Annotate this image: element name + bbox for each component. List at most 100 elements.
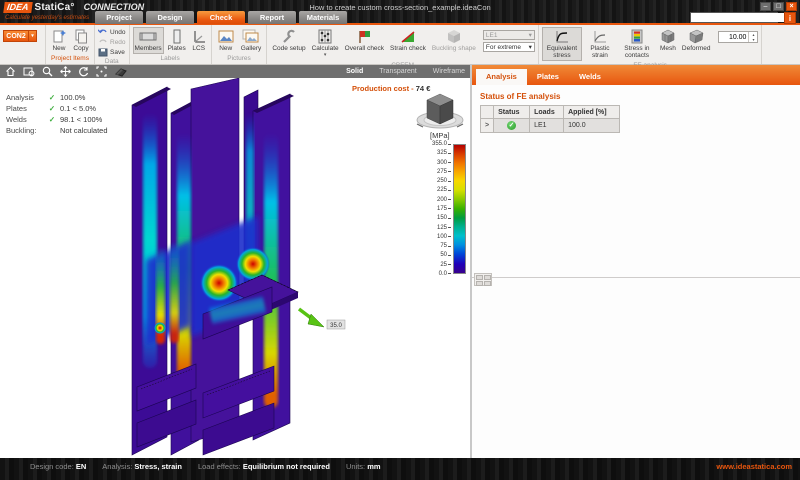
info-button[interactable]: i xyxy=(784,12,796,24)
plastic-strain-button[interactable]: Plastic strain xyxy=(584,27,616,61)
tab-materials[interactable]: Materials xyxy=(299,11,347,24)
code-setup-button[interactable]: Code setup xyxy=(270,27,307,54)
buckling-shape-button[interactable]: Buckling shape xyxy=(430,27,478,54)
search-input[interactable] xyxy=(691,13,786,22)
row-expander[interactable]: > xyxy=(481,119,494,133)
deformed-button[interactable]: Deformed xyxy=(680,27,713,54)
picture-icon xyxy=(217,29,235,44)
fe-status-table: Status Loads Applied [%] > ✓ LE1 100.0 xyxy=(480,105,620,133)
view-mode-wireframe[interactable]: Wireframe xyxy=(433,68,465,75)
main-nav-tabs: Project Design Check Report Materials xyxy=(95,11,347,24)
mesh-button[interactable]: Mesh xyxy=(658,27,678,54)
status-ok-icon: ✓ xyxy=(507,121,516,130)
deformed-scale-spinner[interactable]: 10.00 ▴ ▾ xyxy=(718,31,758,43)
tab-design[interactable]: Design xyxy=(146,11,194,24)
zoom-window-icon[interactable] xyxy=(23,66,35,77)
zoom-extents-icon[interactable] xyxy=(96,66,107,77)
chevron-down-icon: ▾ xyxy=(529,31,532,39)
status-units: Units: mm xyxy=(346,462,381,471)
labels-lcs-button[interactable]: LCS xyxy=(190,27,208,54)
deformed-cube-icon xyxy=(688,29,704,44)
calculate-button[interactable]: Calculate ▾ xyxy=(310,27,341,61)
row-applied-cell: 100.0 xyxy=(564,119,620,133)
new-project-item-button[interactable]: New xyxy=(49,27,69,54)
picture-gallery-button[interactable]: Gallery xyxy=(239,27,264,54)
status-analysis-type: Analysis: Stress, strain xyxy=(102,462,182,471)
main-content: Solid Transparent Wireframe Analysis ✓ 1… xyxy=(0,65,800,458)
results-tab-analysis[interactable]: Analysis xyxy=(476,69,527,85)
stress-hotspot xyxy=(200,264,238,302)
buckling-icon xyxy=(446,29,462,44)
results-tab-welds[interactable]: Welds xyxy=(569,69,611,85)
zoom-icon[interactable] xyxy=(42,66,53,77)
splitter-arrow-icon[interactable] xyxy=(484,281,491,286)
tab-report[interactable]: Report xyxy=(248,11,296,24)
load-value-label: 35.0 xyxy=(330,323,342,329)
undo-icon xyxy=(98,28,108,36)
tab-check[interactable]: Check xyxy=(197,11,245,24)
extreme-select[interactable]: For extreme ▾ xyxy=(483,42,535,52)
fe-status-heading: Status of FE analysis xyxy=(480,92,560,101)
strain-check-button[interactable]: Strain check xyxy=(388,27,428,54)
column-header-loads: Loads xyxy=(530,106,564,119)
connection-item-button[interactable]: CON2 ▾ xyxy=(3,30,37,42)
ribbon-group-label: Labels xyxy=(133,54,208,64)
status-design-code: Design code: EN xyxy=(30,462,86,471)
fe-model-render[interactable]: 35.0 xyxy=(0,78,470,458)
results-tab-plates[interactable]: Plates xyxy=(527,69,569,85)
row-loads-cell: LE1 xyxy=(530,119,564,133)
ribbon-group-project-items: New Copy Project Items xyxy=(46,25,95,64)
close-button[interactable]: × xyxy=(786,2,797,11)
labels-plates-button[interactable]: Plates xyxy=(166,27,188,54)
view-mode-solid[interactable]: Solid xyxy=(346,68,363,75)
status-bar: Design code: EN Analysis: Stress, strain… xyxy=(0,458,800,480)
home-view-icon[interactable] xyxy=(5,66,16,77)
splitter-handle[interactable] xyxy=(474,273,492,286)
ribbon-group-pictures: New Gallery Pictures xyxy=(212,25,268,64)
chevron-down-icon: ▾ xyxy=(529,43,532,51)
labels-members-button[interactable]: Members xyxy=(133,27,164,54)
stress-in-contacts-button[interactable]: Stress in contacts xyxy=(618,27,656,61)
chevron-down-icon: ▾ xyxy=(28,31,36,41)
tagline: Calculate yesterday's estimates xyxy=(5,15,89,21)
overall-check-button[interactable]: Overall check xyxy=(343,27,386,54)
new-document-icon xyxy=(51,29,67,44)
idea-logo-icon: IDEA xyxy=(3,2,32,13)
splitter-arrow-icon[interactable] xyxy=(484,275,491,280)
load-arrow: 35.0 xyxy=(299,309,345,329)
view-mode-transparent[interactable]: Transparent xyxy=(379,68,416,75)
chevron-down-icon: ▾ xyxy=(324,52,327,59)
viewport-3d[interactable]: Solid Transparent Wireframe Analysis ✓ 1… xyxy=(0,65,470,458)
tab-project[interactable]: Project xyxy=(95,11,143,24)
maximize-button[interactable]: □ xyxy=(773,2,784,11)
spinner-down-icon[interactable]: ▾ xyxy=(749,37,757,42)
column-header-applied: Applied [%] xyxy=(564,106,620,119)
contact-stress-icon xyxy=(629,29,645,44)
save-button[interactable]: Save xyxy=(98,47,125,57)
column-header-status: Status xyxy=(494,106,530,119)
copy-project-item-button[interactable]: Copy xyxy=(71,27,91,54)
redo-button[interactable]: Redo xyxy=(98,37,126,47)
axes-icon xyxy=(192,29,206,44)
undo-button[interactable]: Undo xyxy=(98,27,126,37)
load-case-select[interactable]: LE1 ▾ xyxy=(483,30,535,40)
ribbon-group-fe-analysis: Equivalent stress Plastic strain xyxy=(539,25,763,64)
ribbon-group-label: Project Items xyxy=(49,54,91,64)
fe-status-row[interactable]: > ✓ LE1 100.0 xyxy=(481,119,620,133)
website-link[interactable]: www.ideastatica.com xyxy=(716,462,792,471)
equivalent-stress-button[interactable]: Equivalent stress xyxy=(542,27,582,61)
splitter-arrow-icon[interactable] xyxy=(476,275,483,280)
panel-splitter[interactable] xyxy=(472,277,800,278)
flag-icon xyxy=(356,29,372,44)
minimize-button[interactable]: – xyxy=(760,2,771,11)
search-box[interactable] xyxy=(690,12,778,23)
clipping-plane-icon[interactable] xyxy=(114,66,128,77)
splitter-arrow-icon[interactable] xyxy=(476,281,483,286)
copy-icon xyxy=(73,29,89,44)
rotate-icon[interactable] xyxy=(78,66,89,77)
picture-new-button[interactable]: New xyxy=(215,27,237,54)
abacus-icon xyxy=(317,29,333,44)
column-header-expander xyxy=(481,106,494,119)
plate-icon xyxy=(171,29,183,44)
pan-icon[interactable] xyxy=(60,66,71,77)
